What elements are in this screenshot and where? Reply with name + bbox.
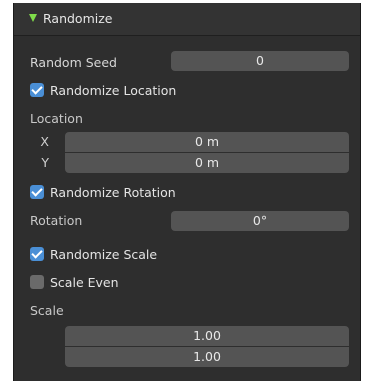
scale-even-checkbox-row[interactable]: Scale Even xyxy=(30,273,119,291)
randomize-panel: Randomize Random Seed 0 Randomize Locati… xyxy=(13,3,361,381)
randomize-scale-label: Randomize Scale xyxy=(50,246,158,262)
random-seed-label: Random Seed xyxy=(30,55,117,70)
randomize-scale-checkbox-row[interactable]: Randomize Scale xyxy=(30,245,157,263)
checkmark-icon xyxy=(31,185,43,197)
randomize-rotation-checkbox[interactable] xyxy=(30,185,44,199)
randomize-rotation-label: Randomize Rotation xyxy=(50,184,176,200)
random-seed-field[interactable]: 0 xyxy=(171,51,349,71)
location-x-field[interactable]: 0 m xyxy=(65,132,349,152)
scale-label: Scale xyxy=(30,303,64,318)
randomize-location-checkbox-row[interactable]: Randomize Location xyxy=(30,81,176,99)
collapse-triangle-icon[interactable] xyxy=(29,14,37,22)
randomize-location-checkbox[interactable] xyxy=(30,83,44,97)
location-y-field[interactable]: 0 m xyxy=(65,153,349,173)
randomize-scale-checkbox[interactable] xyxy=(30,247,44,261)
checkmark-icon xyxy=(31,247,43,259)
location-x-axis-label: X xyxy=(40,134,49,149)
panel-title: Randomize xyxy=(43,11,113,26)
randomize-location-label: Randomize Location xyxy=(50,82,177,98)
panel-header[interactable]: Randomize xyxy=(14,3,360,36)
randomize-rotation-checkbox-row[interactable]: Randomize Rotation xyxy=(30,183,176,201)
scale-even-checkbox[interactable] xyxy=(30,275,44,289)
checkmark-icon xyxy=(31,83,43,95)
location-label: Location xyxy=(30,111,83,126)
location-y-axis-label: Y xyxy=(41,155,49,170)
scale-field-1[interactable]: 1.00 xyxy=(65,326,349,346)
scale-even-label: Scale Even xyxy=(50,274,119,290)
rotation-field[interactable]: 0° xyxy=(171,211,349,231)
scale-field-2[interactable]: 1.00 xyxy=(65,347,349,367)
rotation-label: Rotation xyxy=(30,213,83,228)
